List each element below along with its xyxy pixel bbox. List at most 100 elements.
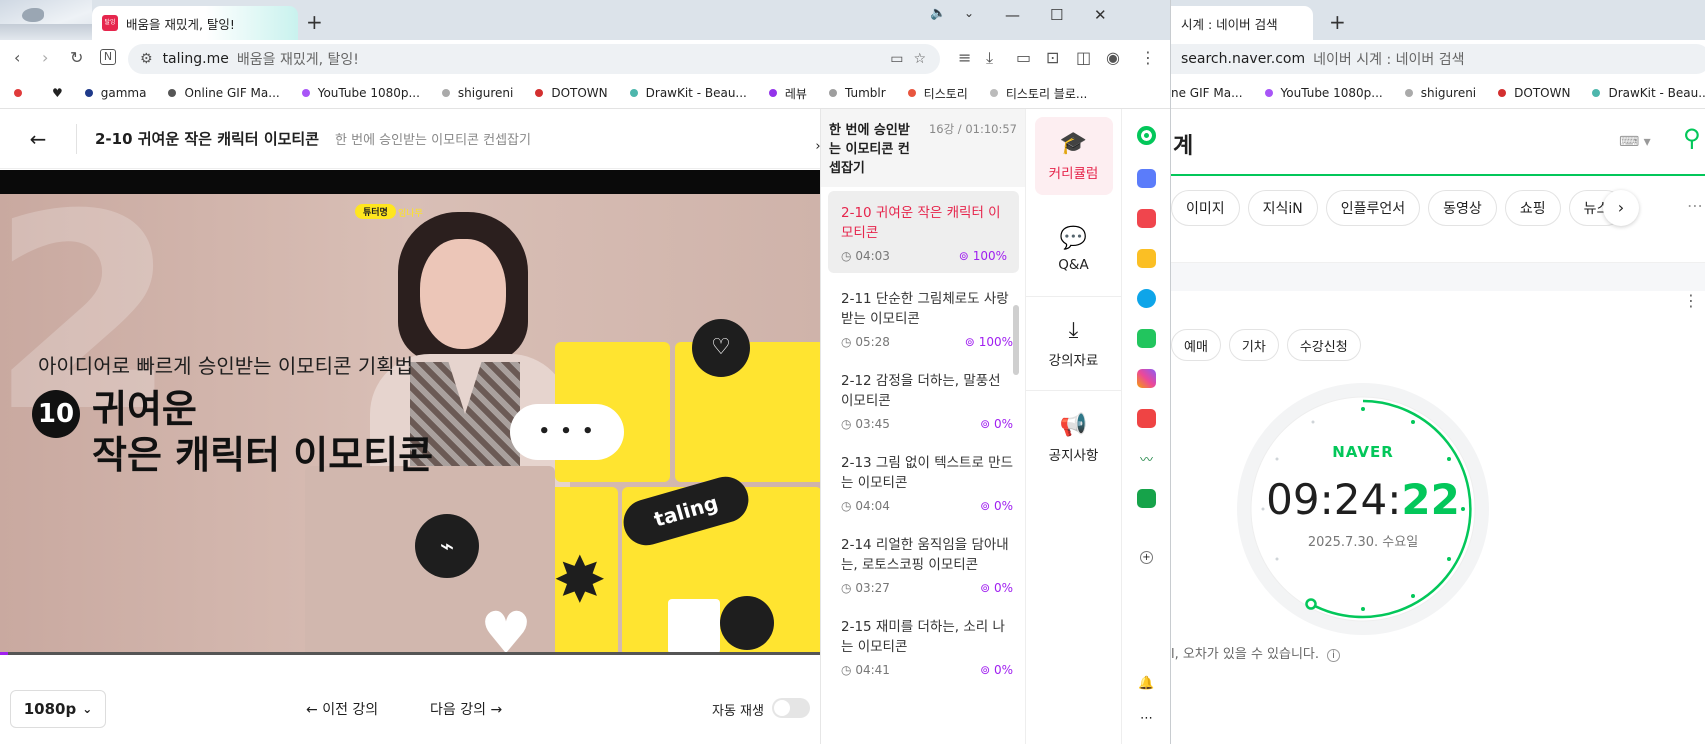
playlist-item[interactable]: 2-14 리얼한 움직임을 담아내는, 로토스코핑 이모티콘 ◷ 03:27 ⊚ 0… bbox=[821, 523, 1025, 605]
related-chip[interactable]: 예매 bbox=[1171, 329, 1221, 361]
media-volume-icon[interactable]: 🔈 bbox=[930, 6, 946, 21]
youtube-icon[interactable] bbox=[1137, 409, 1156, 428]
video-progress-track[interactable] bbox=[0, 652, 820, 655]
new-tab-button[interactable]: + bbox=[1329, 10, 1346, 34]
playlist-list: 2-10 귀여운 작은 캐릭터 이모티콘 ◷ 04:03 ⊚ 100% 2-11 단순… bbox=[821, 191, 1025, 687]
playlist-item[interactable]: 2-10 귀여운 작은 캐릭터 이모티콘 ◷ 04:03 ⊚ 100% bbox=[828, 191, 1019, 273]
new-tab-button[interactable]: + bbox=[306, 10, 323, 34]
video-player[interactable]: 2 튜터명 임나무 ♡ • • • taling ⌁ ✸ ♥ 아이디어로 빠르게… bbox=[0, 170, 820, 655]
split-view-icon[interactable]: ◫ bbox=[1076, 49, 1091, 67]
next-lecture-button[interactable]: 다음 강의 → bbox=[430, 699, 502, 719]
menu-kebab-icon[interactable]: ⋮ bbox=[1140, 49, 1156, 67]
bookmark-item[interactable]: Tumblr bbox=[828, 86, 886, 100]
bookmark-item[interactable]: DrawKit - Beau... bbox=[1592, 86, 1705, 100]
related-chip[interactable]: 기차 bbox=[1228, 329, 1279, 361]
add-sidebar-icon[interactable]: + bbox=[1140, 551, 1153, 564]
reload-icon[interactable]: ↻ bbox=[70, 49, 83, 67]
bookmark-item[interactable]: gamma bbox=[84, 86, 146, 100]
bookmark-item[interactable]: 티스토리 블로... bbox=[989, 85, 1087, 102]
star-icon[interactable] bbox=[1137, 249, 1156, 268]
prev-lecture-button[interactable]: ← 이전 강의 bbox=[306, 699, 378, 719]
nav-next-chevron-icon[interactable]: › bbox=[1603, 190, 1639, 226]
search-tab[interactable]: 쇼핑 bbox=[1504, 190, 1561, 226]
cast-icon[interactable]: ▭ bbox=[890, 51, 903, 67]
store-icon[interactable] bbox=[1137, 169, 1156, 188]
bookmark-item[interactable]: shigureni bbox=[441, 86, 513, 100]
autoplay-toggle[interactable] bbox=[772, 698, 810, 718]
menu-qna[interactable]: 💬 Q&A bbox=[1026, 203, 1121, 297]
clock-notice-text: l, 오차가 있을 수 있습니다. bbox=[1171, 647, 1320, 662]
bookmark-label: DrawKit - Beau... bbox=[1608, 86, 1705, 100]
tab-search-chevron-icon[interactable]: ⌄ bbox=[964, 6, 974, 20]
profile-icon[interactable]: ◉ bbox=[1106, 49, 1120, 67]
bookmark-item[interactable]: shigureni bbox=[1404, 86, 1476, 100]
keyboard-icon[interactable]: ⌨ ▾ bbox=[1619, 134, 1651, 150]
bell-icon[interactable]: 🔔 bbox=[1137, 676, 1156, 695]
playlist-item[interactable]: 2-15 재미를 더하는, 소리 나는 이모티콘 ◷ 04:41 ⊚ 0% bbox=[821, 605, 1025, 687]
search-tab[interactable]: 인플루언서 bbox=[1325, 190, 1421, 226]
playlist-item[interactable]: 2-11 단순한 그림체로도 사랑받는 이모티콘 ◷ 05:28 ⊚ 100% bbox=[821, 277, 1025, 359]
screenshot-icon[interactable]: ⊡ bbox=[1046, 49, 1059, 67]
bookmark-item[interactable]: ♥ bbox=[52, 86, 63, 100]
playlist-item[interactable]: 2-12 감정을 더하는, 말풍선 이모티콘 ◷ 03:45 ⊚ 0% bbox=[821, 359, 1025, 441]
bookmark-item[interactable]: 레뷰 bbox=[768, 85, 807, 102]
download-icon[interactable]: ⤓ bbox=[986, 49, 993, 67]
nav-more-icon[interactable]: ⋯ bbox=[1687, 196, 1703, 215]
duration: ◷ 03:27 bbox=[841, 581, 890, 595]
naver-green-icon[interactable] bbox=[1137, 126, 1156, 145]
maximize-button[interactable]: ☐ bbox=[1050, 6, 1063, 24]
more-icon[interactable]: ⋯ bbox=[1137, 711, 1156, 730]
webtoon-icon[interactable] bbox=[1137, 329, 1156, 348]
playlist-item[interactable]: 2-13 그림 없이 텍스트로 만드는 이모티콘 ◷ 04:04 ⊚ 0% bbox=[821, 441, 1025, 523]
bookmark-item[interactable]: DOTOWN bbox=[535, 86, 608, 100]
search-tab[interactable]: 지식iN bbox=[1247, 190, 1318, 226]
trend-chart-icon[interactable]: 〰 bbox=[1137, 449, 1156, 468]
forward-icon[interactable]: › bbox=[42, 49, 48, 67]
bookmark-item[interactable]: DOTOWN bbox=[1498, 86, 1570, 100]
bookmark-item[interactable]: DrawKit - Beau... bbox=[629, 86, 747, 100]
back-icon[interactable]: ‹ bbox=[14, 49, 20, 67]
search-tab[interactable]: 동영상 bbox=[1428, 190, 1497, 226]
playlist-panel: 한 번에 승인받는 이모티콘 컨셉잡기 16강 / 01:10:57 2-10 … bbox=[820, 109, 1025, 744]
search-tab[interactable]: 이미지 bbox=[1171, 190, 1240, 226]
arrow-left-icon: ← bbox=[306, 702, 318, 718]
search-icon[interactable]: ⚲ bbox=[1683, 124, 1701, 152]
bookmark-item[interactable]: Online GIF Ma... bbox=[168, 86, 280, 100]
naver-cafe-icon[interactable] bbox=[1137, 489, 1156, 508]
lesson-number-badge: 10 bbox=[32, 390, 80, 438]
bookmark-star-icon[interactable]: ☆ bbox=[913, 51, 926, 67]
extension-n-icon[interactable]: N bbox=[100, 49, 116, 65]
address-bar[interactable]: search.naver.com 네이버 시계 : 네이버 검색 bbox=[1171, 44, 1705, 74]
menu-materials[interactable]: ⤓ 강의자료 bbox=[1026, 297, 1121, 391]
menu-notice[interactable]: 📢 공지사항 bbox=[1026, 391, 1121, 485]
duration: ◷ 03:45 bbox=[841, 417, 890, 431]
quality-select[interactable]: 1080p ⌄ bbox=[10, 690, 106, 728]
tab-taling[interactable]: 탈잉 배움을 재밌게, 탈잉! bbox=[92, 6, 298, 40]
pocket-icon[interactable] bbox=[1137, 209, 1156, 228]
bookmark-item[interactable]: YouTube 1080p... bbox=[301, 86, 420, 100]
playlist-scrollbar[interactable] bbox=[1013, 305, 1019, 375]
back-arrow-icon[interactable]: ← bbox=[0, 127, 76, 151]
address-bar[interactable]: ⚙ taling.me 배움을 재밌게, 탈잉! ▭ ☆ bbox=[128, 44, 940, 74]
info-icon[interactable]: i bbox=[1327, 649, 1340, 662]
bookmark-item[interactable]: YouTube 1080p... bbox=[1264, 86, 1383, 100]
video-icon[interactable]: ▭ bbox=[1016, 49, 1031, 67]
bookmark-item[interactable]: ne GIF Ma... bbox=[1171, 86, 1243, 100]
duration-value: 03:27 bbox=[855, 581, 890, 595]
bookmark-item[interactable] bbox=[14, 89, 30, 97]
reading-list-icon[interactable]: ≡ bbox=[958, 49, 971, 67]
minimize-button[interactable]: — bbox=[1005, 6, 1020, 24]
card-more-icon[interactable]: ⋮ bbox=[1683, 291, 1699, 310]
edge-icon[interactable] bbox=[1137, 289, 1156, 308]
instagram-icon[interactable] bbox=[1137, 369, 1156, 388]
bookmark-item[interactable]: 티스토리 bbox=[907, 85, 968, 102]
playlist-item-title: 2-13 그림 없이 텍스트로 만드는 이모티콘 bbox=[841, 455, 1014, 491]
site-info-icon[interactable]: ⚙ bbox=[140, 51, 153, 67]
menu-curriculum[interactable]: 🎓 커리큘럼 bbox=[1026, 109, 1121, 203]
bookmark-label: ♥ bbox=[52, 86, 63, 100]
close-window-button[interactable]: ✕ bbox=[1094, 6, 1107, 24]
tab-naver-clock[interactable]: 시계 : 네이버 검색 bbox=[1171, 6, 1313, 40]
naver-logo-text: NAVER bbox=[1332, 443, 1394, 461]
related-chip[interactable]: 수강신청 bbox=[1286, 329, 1361, 361]
naver-search-box[interactable]: 계 ⌨ ▾ ⚲ bbox=[1171, 110, 1705, 176]
